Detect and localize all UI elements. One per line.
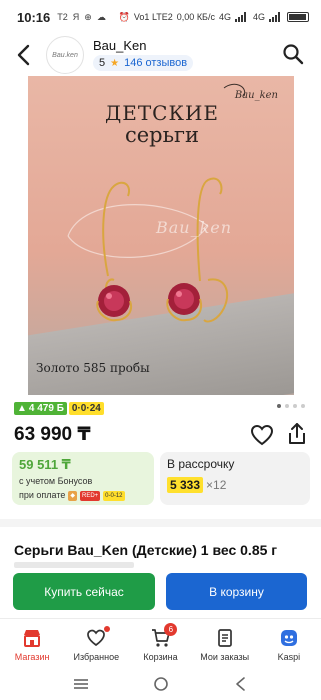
section-separator: [0, 519, 321, 527]
shop-logo-text: Bau.ken: [52, 51, 78, 59]
flame-icon: ▲: [17, 403, 27, 414]
nav-label: Избранное: [73, 652, 120, 662]
alarm-icon: ⏰: [118, 11, 130, 22]
bonus-badge-text: 4 479 Б: [28, 403, 64, 414]
add-to-cart-button[interactable]: В корзину: [166, 573, 307, 610]
gallery-dots: [277, 404, 305, 408]
buy-now-button[interactable]: Купить сейчас: [13, 573, 155, 610]
bottom-nav: Магазин Избранное 6 Корзина Мои заказы K…: [0, 618, 321, 668]
battery-icon: [287, 12, 309, 22]
assistant-icon: [280, 630, 297, 646]
signal-icon: [234, 12, 249, 22]
heart-icon: [250, 424, 274, 446]
nav-label: Kaspi: [277, 652, 301, 662]
net-type-2: 4G: [252, 12, 265, 22]
status-icon-globe: ⊕: [84, 11, 92, 22]
nav-label: Мои заказы: [200, 652, 250, 662]
installment-multiplier: ×12: [206, 478, 227, 492]
installment-card[interactable]: В рассрочку 5 333 ×12: [160, 452, 310, 505]
status-time: 10:16: [17, 9, 51, 25]
status-icon-cloud: ☁: [96, 11, 106, 22]
nav-cart[interactable]: 6 Корзина: [128, 619, 192, 668]
status-bar: 10:16 T2 Я ⊕ ☁ ⏰ Vo1 LTE2 0,00 КБ/с 4G 4…: [0, 0, 321, 34]
shop-header: Bau.ken Bau_Ken 5 ★ 146 отзывов: [0, 36, 321, 76]
product-title: Серьги Bau_Ken (Детские) 1 вес 0.85 г: [14, 542, 278, 558]
status-icon-t2: T2: [57, 12, 68, 22]
nav-label: Корзина: [143, 652, 178, 662]
bonus-desc-text: при оплате: [19, 490, 66, 500]
nav-shop[interactable]: Магазин: [0, 619, 64, 668]
home-icon[interactable]: [153, 676, 169, 692]
promo-brand: Bau_ken: [234, 90, 278, 101]
wallet-icon: ◆: [68, 490, 77, 501]
rating-value: 5: [99, 57, 106, 69]
heart-icon: [87, 629, 106, 647]
promo-watermark: Bau_ken: [156, 218, 233, 237]
chevron-left-icon: [17, 44, 30, 66]
product-image[interactable]: ДЕТСКИЕ серьги Bau_ken Bau_ken Золото 58…: [28, 76, 294, 395]
bonus-desc-line2: при оплате ◆ RED+ 0-0-12: [19, 490, 147, 501]
back-button[interactable]: [12, 42, 38, 68]
bonus-badge: ▲ 4 479 Б: [14, 402, 67, 415]
orders-icon: [217, 629, 232, 647]
signal-icon-2: [269, 12, 283, 22]
red-plus-icon: RED+: [80, 490, 101, 501]
reviews-link[interactable]: 146 отзывов: [124, 57, 187, 69]
system-nav-bar: [0, 668, 321, 700]
bonus-price: 59 511 ₸: [19, 457, 71, 472]
gallery-dot: [301, 404, 305, 408]
menu-icon[interactable]: [72, 677, 90, 691]
product-price: 63 990 ₸: [14, 424, 91, 445]
share-icon: [289, 423, 305, 444]
share-button[interactable]: [286, 422, 308, 446]
gallery-dot: [285, 404, 289, 408]
nav-kaspi[interactable]: Kaspi: [257, 619, 321, 668]
gallery-dot: [293, 404, 297, 408]
installment-amount: 5 333: [167, 477, 204, 493]
cart-count-badge: 6: [164, 623, 178, 636]
installment-badge: 0·0·24: [68, 402, 104, 415]
shop-icon: [24, 630, 41, 647]
net-speed: 0,00 КБ/с: [176, 12, 215, 22]
favorite-button[interactable]: [250, 424, 274, 446]
gallery-dot: [277, 404, 281, 408]
net-type-1: 4G: [218, 12, 231, 22]
search-icon: [283, 44, 304, 65]
installment-mini-icon: 0-0-12: [103, 490, 125, 501]
bonus-price-card[interactable]: 59 511 ₸ с учетом Бонусов при оплате ◆ R…: [12, 452, 154, 505]
star-icon: ★: [110, 57, 120, 69]
promo-caption: Золото 585 пробы: [36, 361, 150, 375]
shop-name[interactable]: Bau_Ken: [93, 38, 147, 53]
installment-label: В рассрочку: [167, 457, 235, 471]
shop-logo[interactable]: Bau.ken: [46, 36, 84, 74]
nav-label: Магазин: [14, 652, 50, 662]
promo-badges: ▲ 4 479 Б 0·0·24: [14, 402, 104, 415]
bonus-desc: с учетом Бонусов: [19, 476, 93, 486]
notification-dot: [104, 626, 111, 632]
nav-orders[interactable]: Мои заказы: [193, 619, 257, 668]
status-icon-yandex: Я: [72, 12, 80, 22]
nav-favorites[interactable]: Избранное: [64, 619, 128, 668]
back-icon[interactable]: [233, 676, 249, 692]
search-button[interactable]: [281, 42, 305, 66]
title-continuation: [14, 562, 134, 568]
shop-rating[interactable]: 5 ★ 146 отзывов: [93, 55, 194, 71]
volte-label: Vo1 LTE2: [133, 12, 173, 22]
